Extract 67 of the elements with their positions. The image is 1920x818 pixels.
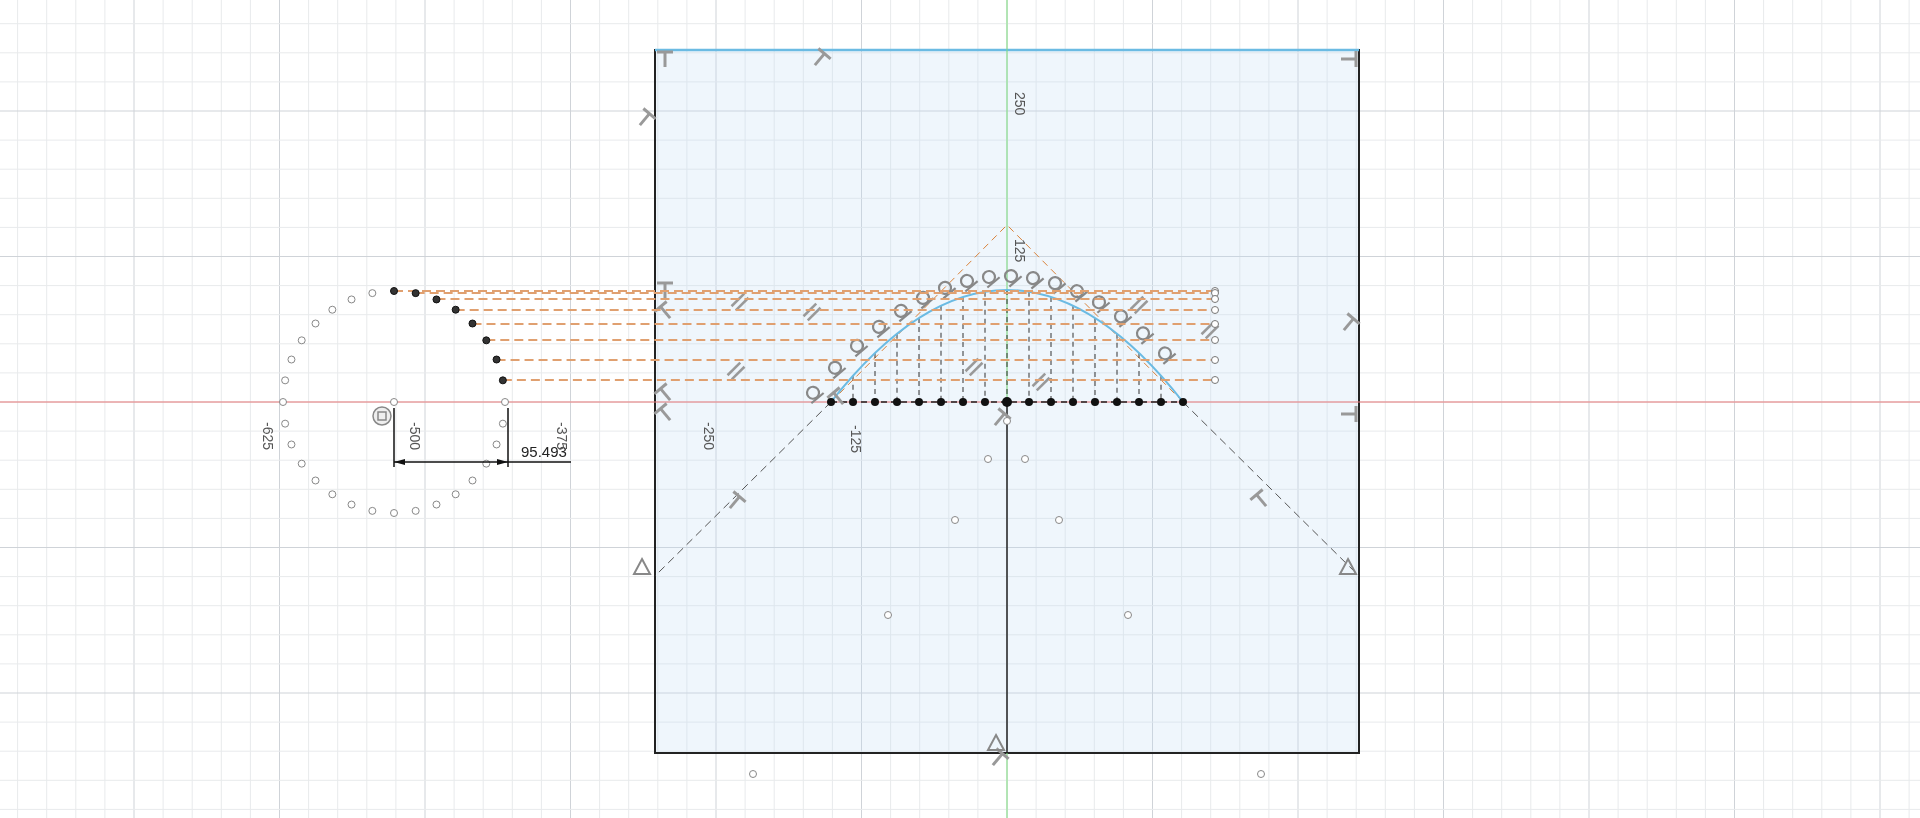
triangle-constraint-icon[interactable] [632,556,652,575]
parallel-constraint-icon[interactable] [964,357,984,377]
sketch-point[interactable] [893,398,901,406]
sketch-point[interactable] [411,289,420,298]
tangent-constraint-icon[interactable] [981,269,1001,289]
sketch-point[interactable] [1179,398,1187,406]
tangent-constraint-icon[interactable] [959,273,979,293]
axis-label: -125 [848,425,864,454]
dimension-drawing[interactable] [393,407,572,468]
parallel-constraint-icon[interactable] [730,292,750,312]
tangent-constraint-icon[interactable] [893,303,913,323]
parallel-constraint-icon[interactable] [1031,372,1051,392]
perpendicular-constraint-icon[interactable] [1342,312,1361,332]
sketch-point[interactable] [915,398,923,406]
sketch-point[interactable] [390,287,398,295]
perpendicular-constraint-icon[interactable] [638,107,657,127]
perpendicular-constraint-icon[interactable] [826,386,845,406]
axis-label: -500 [407,422,423,451]
sketch-point[interactable] [1091,398,1099,406]
axis-label: 125 [1012,239,1028,263]
sketch-point[interactable] [827,398,835,406]
sketch-point[interactable] [451,305,460,314]
triangle-constraint-icon[interactable] [1338,556,1358,575]
tangent-constraint-icon[interactable] [915,290,935,310]
sketch-point[interactable] [498,376,507,385]
sketch-point[interactable] [849,398,857,406]
tangent-constraint-icon[interactable] [1047,276,1067,295]
parallel-constraint-icon[interactable] [1129,295,1149,315]
sketch-point[interactable] [1157,398,1165,406]
sketch-point[interactable] [482,336,491,345]
profile-edge[interactable] [655,48,1359,52]
tangent-constraint-icon[interactable] [827,360,847,380]
sketch-point[interactable] [1113,398,1121,406]
axis-label: -250 [701,422,717,451]
tangent-constraint-icon[interactable] [849,338,869,358]
tangent-constraint-icon[interactable] [937,280,957,300]
perpendicular-constraint-icon[interactable] [991,747,1010,767]
tangent-constraint-icon[interactable] [1157,346,1177,365]
parallel-constraint-icon[interactable] [802,302,822,322]
tangent-constraint-icon[interactable] [1113,309,1133,328]
tangent-constraint-icon[interactable] [1069,284,1089,303]
sketch-point[interactable] [492,355,501,364]
sketch-point[interactable] [1025,398,1033,406]
sketch-point[interactable] [981,398,989,406]
tangent-constraint-icon[interactable] [1025,271,1045,290]
sketch-point[interactable] [1135,398,1143,406]
parallel-constraint-icon[interactable] [1200,320,1220,340]
sketch-point[interactable] [1002,397,1012,407]
tangent-constraint-icon[interactable] [1091,295,1111,314]
parallel-constraint-icon[interactable] [726,361,746,381]
sketch-point[interactable] [432,295,441,304]
perpendicular-constraint-icon[interactable] [653,382,672,402]
sketch-point[interactable] [937,398,945,406]
sketch-point[interactable] [871,398,879,406]
sketch-point[interactable] [482,459,491,468]
sketch-point[interactable] [1069,398,1077,406]
tangent-constraint-icon[interactable] [1135,326,1155,345]
sketch-point[interactable] [959,398,967,406]
sketch-point[interactable] [468,319,477,328]
axis-label: 250 [1012,92,1028,116]
perpendicular-constraint-icon[interactable] [653,402,672,422]
tangent-constraint-icon[interactable] [871,319,891,339]
axis-label: -625 [260,422,276,451]
coincident-constraint-icon[interactable] [372,406,392,426]
perpendicular-constraint-icon[interactable] [653,300,672,320]
tangent-constraint-icon[interactable] [1003,268,1023,288]
sketch-point[interactable] [1047,398,1055,406]
